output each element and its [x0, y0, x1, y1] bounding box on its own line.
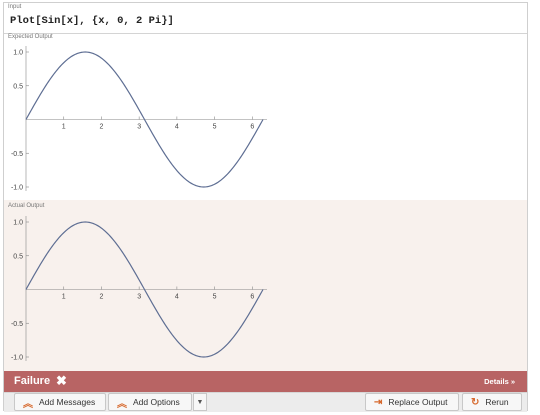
y-tick-label: 0.5	[13, 253, 23, 260]
x-tick-label: 3	[137, 124, 141, 131]
x-tick-label: 1	[62, 124, 66, 131]
chevron-down-icon: ▼	[196, 398, 204, 406]
y-tick-label: 1.0	[13, 220, 23, 227]
x-tick-label: 2	[99, 294, 103, 301]
x-tick-label: 2	[99, 124, 103, 131]
y-tick-label: -1.0	[11, 355, 23, 362]
details-link[interactable]: Details »	[484, 377, 515, 386]
x-tick-label: 5	[213, 124, 217, 131]
add-options-label: Add Options	[133, 397, 180, 407]
x-tick-label: 4	[175, 294, 179, 301]
rerun-button[interactable]: ↻ Rerun	[462, 393, 522, 411]
y-tick-label: -0.5	[11, 151, 23, 158]
x-tick-label: 5	[213, 294, 217, 301]
actual-output-panel: Actual Output 1 2 3 4 5 6 1.0 0.5 -0.5 -1.0	[4, 200, 527, 371]
y-tick-label: 1.0	[13, 50, 23, 57]
y-tick-label: -0.5	[11, 321, 23, 328]
input-code[interactable]: Plot[Sin[x], {x, 0, 2 Pi}]	[10, 15, 174, 27]
double-chevron-up-icon: ︽	[23, 398, 33, 410]
x-icon: ✖	[56, 373, 67, 388]
add-options-button[interactable]: ︽ Add Options	[108, 393, 192, 411]
y-tick-label: 0.5	[13, 83, 23, 90]
rerun-label: Rerun	[485, 397, 509, 407]
expected-plot: 1 2 3 4 5 6 1.0 0.5 -0.5 -1.0	[11, 46, 267, 192]
add-messages-label: Add Messages	[39, 397, 96, 407]
actual-plot: 1 2 3 4 5 6 1.0 0.5 -0.5 -1.0	[11, 216, 267, 362]
add-options-dropdown[interactable]: ▼	[193, 393, 207, 411]
x-tick-label: 6	[250, 124, 254, 131]
x-tick-label: 1	[62, 294, 66, 301]
replace-output-label: Replace Output	[388, 397, 448, 407]
add-messages-button[interactable]: ︽ Add Messages	[14, 393, 106, 411]
rerun-icon: ↻	[471, 396, 480, 408]
failure-label: Failure	[14, 375, 51, 387]
y-tick-label: -1.0	[11, 185, 23, 192]
x-tick-label: 3	[137, 294, 141, 301]
input-label: Input	[8, 4, 22, 10]
replace-output-icon: ⇥	[374, 396, 383, 408]
failure-bar: Failure ✖ Details »	[4, 371, 527, 392]
expected-output-panel: Expected Output 1 2 3 4 5 6 1.0 0.5 -0.5 -1.0	[4, 34, 527, 200]
x-tick-label: 6	[250, 294, 254, 301]
double-chevron-up-icon: ︽	[117, 398, 127, 410]
action-toolbar: ︽ Add Messages ︽ Add Options ▼ ⇥ Replace…	[4, 392, 527, 412]
x-tick-label: 4	[175, 124, 179, 131]
test-result-frame: Input Plot[Sin[x], {x, 0, 2 Pi}] Expecte…	[3, 2, 528, 412]
replace-output-button[interactable]: ⇥ Replace Output	[365, 393, 459, 411]
